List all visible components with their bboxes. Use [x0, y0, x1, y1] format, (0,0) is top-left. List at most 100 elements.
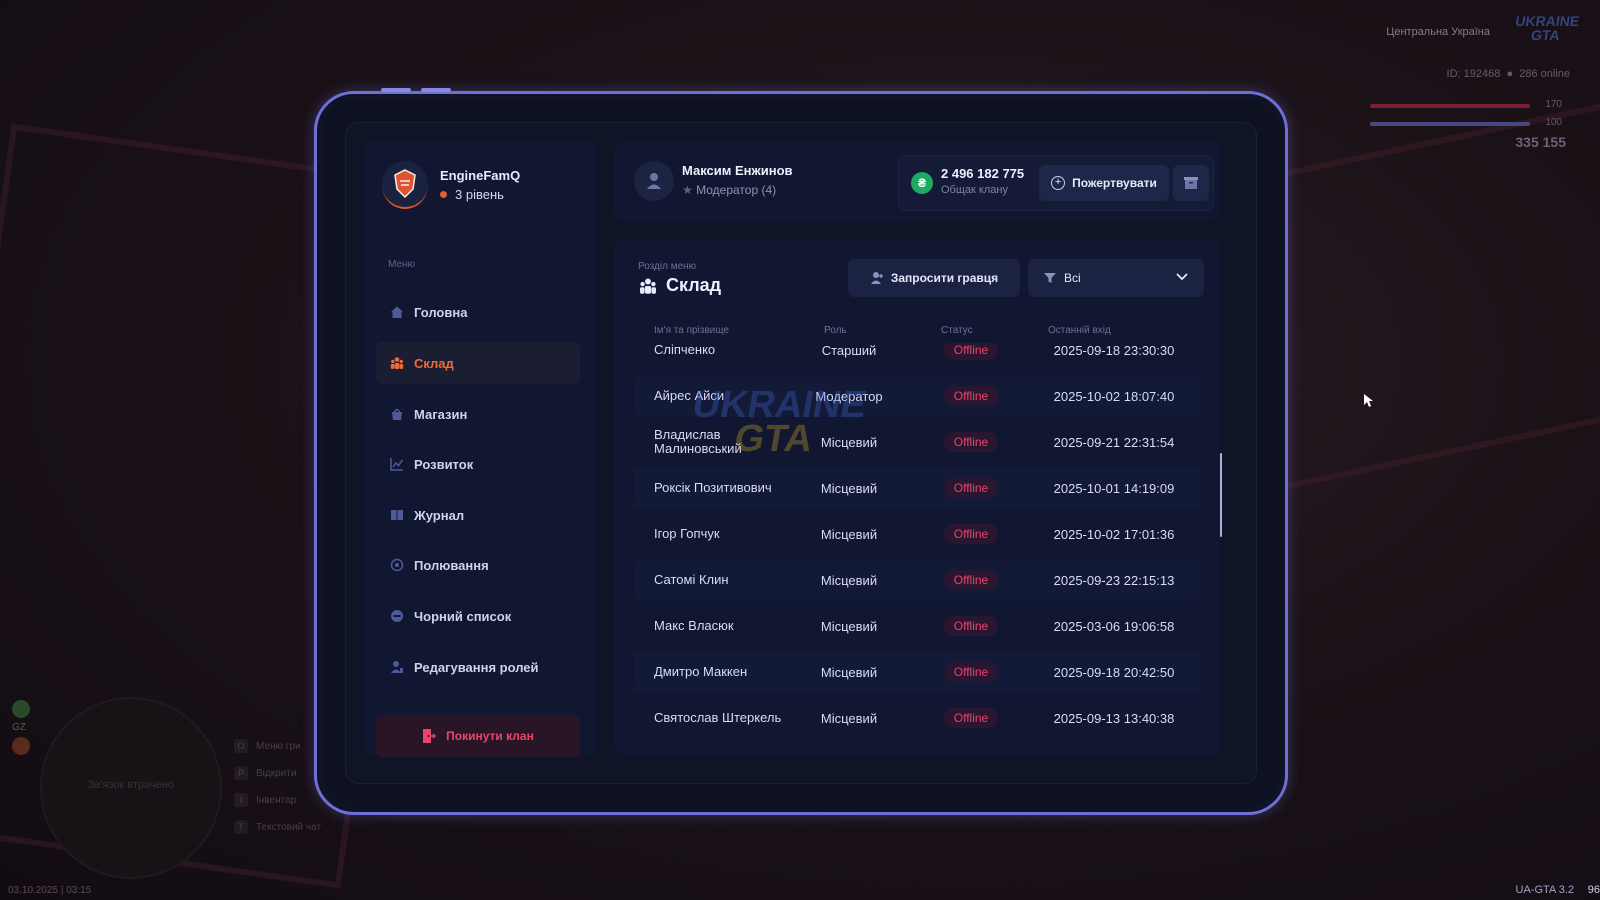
role-filter-select[interactable]: Всі — [1028, 259, 1204, 297]
table-scrollbar[interactable] — [1220, 453, 1222, 537]
member-role: Місцевий — [820, 572, 878, 588]
section-subtitle: Розділ меню — [638, 261, 697, 272]
menu-item-label: Склад — [414, 355, 454, 371]
user-icon — [647, 173, 661, 189]
section-title-text: Склад — [666, 275, 722, 295]
hud-online-count: 286 online — [1519, 68, 1570, 80]
hud-gz-indicators: GZ — [12, 700, 30, 755]
invite-player-button[interactable]: Запросити гравця — [848, 259, 1020, 297]
member-last-login: 2025-10-02 17:01:36 — [1053, 526, 1175, 542]
status-badge: Offline — [943, 386, 999, 406]
table-row[interactable]: Роксік Позитивович Місцевий Offline 2025… — [634, 467, 1200, 509]
hud-region-label: Центральна Україна — [1386, 26, 1490, 38]
member-last-login: 2025-09-18 23:30:30 — [1053, 343, 1175, 358]
status-badge: Offline — [943, 524, 999, 544]
member-name: Ігор Гопчук — [654, 526, 720, 541]
menu-item-blacklist[interactable]: Чорний список — [376, 595, 580, 637]
menu-item-development[interactable]: Розвиток — [376, 443, 580, 485]
member-status: Offline — [936, 513, 1006, 555]
member-last-login: 2025-03-06 19:06:58 — [1053, 618, 1175, 634]
hint-label: Відкрити — [256, 768, 297, 779]
clan-bank: ₴ 2 496 182 775 Общак клану + Пожертвува… — [898, 155, 1214, 211]
member-last-login: 2025-10-02 18:07:40 — [1053, 388, 1175, 404]
status-badge: Offline — [943, 616, 999, 636]
member-last-login: 2025-09-23 22:15:13 — [1053, 572, 1175, 588]
hud-version: UA-GTA 3.2 — [1515, 884, 1574, 896]
menu-item-label: Головна — [414, 304, 468, 320]
menu-item-home[interactable]: Головна — [376, 291, 580, 333]
leave-clan-button[interactable]: Покинути клан — [376, 715, 580, 757]
member-name: Дмитро Маккен — [654, 664, 748, 679]
member-last-login: 2025-10-01 14:19:09 — [1053, 480, 1175, 496]
plus-circle-icon: + — [1051, 176, 1066, 190]
health-bar — [1370, 104, 1530, 108]
menu-item-warehouse[interactable]: Склад — [376, 342, 580, 384]
user-role: ★ Модератор (4) — [682, 183, 776, 197]
menu-item-label: Редагування ролей — [414, 659, 539, 675]
hint-key: T — [234, 820, 248, 834]
minimap: Зв'язок втрачено — [40, 697, 222, 879]
member-status: Offline — [936, 651, 1006, 693]
box-icon — [1184, 177, 1198, 189]
member-role: Місцевий — [820, 480, 878, 496]
table-row[interactable]: Сатомі Клин Місцевий Offline 2025-09-23 … — [634, 559, 1200, 601]
book-icon — [391, 510, 403, 520]
table-row[interactable]: Сліпченко Старший Offline 2025-09-18 23:… — [634, 343, 1200, 371]
status-badge: Offline — [943, 343, 999, 360]
chart-icon — [390, 458, 404, 471]
column-header-role: Роль — [824, 325, 847, 336]
member-status: Offline — [936, 421, 1006, 463]
status-badge: Offline — [943, 662, 999, 682]
status-badge: Offline — [943, 570, 999, 590]
table-row[interactable]: Ігор Гопчук Місцевий Offline 2025-10-02 … — [634, 513, 1200, 555]
hint-label: Інвентар — [256, 795, 297, 806]
column-header-status: Статус — [941, 325, 973, 336]
filter-value: Всі — [1064, 271, 1081, 285]
member-role: Місцевий — [820, 618, 878, 634]
member-last-login: 2025-09-13 13:40:38 — [1053, 710, 1175, 726]
people-icon — [640, 278, 656, 294]
table-row[interactable]: Святослав Штеркель Місцевий Offline 2025… — [634, 697, 1200, 739]
member-status: Offline — [936, 605, 1006, 647]
hint-label: Текстовий чат — [256, 822, 322, 833]
member-role: Місцевий — [820, 664, 878, 680]
hint-key: P — [234, 766, 248, 780]
menu-item-label: Чорний список — [414, 608, 512, 624]
clan-logo — [382, 161, 428, 209]
member-name: Макс Власюк — [654, 618, 734, 633]
status-badge: Offline — [943, 708, 999, 728]
hint-menu: O Меню гри — [234, 739, 301, 753]
table-row[interactable]: Дмитро Маккен Місцевий Offline 2025-09-1… — [634, 651, 1200, 693]
member-role: Старший — [821, 343, 877, 358]
member-name: Сліпченко — [654, 343, 716, 357]
menu-item-journal[interactable]: Журнал — [376, 494, 580, 536]
user-name: Максим Енжинов — [682, 163, 793, 178]
level-dot-icon — [440, 191, 447, 198]
invite-label: Запросити гравця — [890, 271, 999, 285]
tablet-button — [421, 88, 451, 92]
donate-label: Пожертвувати — [1072, 176, 1157, 190]
leave-clan-label: Покинути клан — [446, 729, 534, 743]
hryvnia-icon: ₴ — [911, 172, 933, 194]
member-name: Роксік Позитивович — [654, 480, 772, 495]
member-last-login: 2025-09-21 22:31:54 — [1053, 434, 1175, 450]
avatar — [634, 161, 674, 201]
donate-button[interactable]: + Пожертвувати — [1039, 165, 1169, 201]
clan-header: EngineFamQ 3 рівень — [382, 161, 520, 209]
crime-icon — [12, 737, 30, 755]
menu-item-shop[interactable]: Магазин — [376, 393, 580, 435]
storage-button[interactable] — [1173, 165, 1209, 201]
table-row[interactable]: Макс Власюк Місцевий Offline 2025-03-06 … — [634, 605, 1200, 647]
member-role: Місцевий — [820, 526, 878, 542]
member-role: Місцевий — [820, 710, 878, 726]
menu-item-edit-roles[interactable]: Редагування ролей — [376, 646, 580, 688]
menu-item-hunting[interactable]: Полювання — [376, 544, 580, 586]
clan-level-text: 3 рівень — [455, 187, 504, 202]
menu-item-label: Полювання — [414, 557, 489, 573]
gz-icon — [12, 700, 30, 718]
health-value: 170 — [1545, 99, 1562, 110]
star-icon: ★ — [682, 183, 693, 197]
menu-title: Меню — [388, 259, 416, 270]
sidebar: EngineFamQ 3 рівень Меню Головна Склад М… — [364, 141, 596, 757]
clan-info: EngineFamQ 3 рівень — [440, 168, 520, 202]
